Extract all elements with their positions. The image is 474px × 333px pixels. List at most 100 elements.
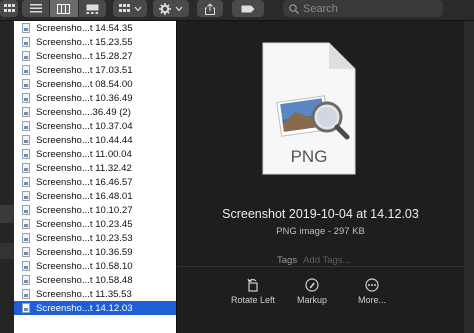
- png-file-icon: [22, 149, 30, 159]
- markup-label: Markup: [296, 295, 327, 305]
- png-file-icon: [22, 191, 30, 201]
- file-name-label: Screensho...t 16.46.57: [36, 176, 133, 188]
- file-name-label: Screensho...t 08.54.00: [36, 78, 133, 90]
- more-label: More...: [357, 295, 386, 305]
- file-list-item[interactable]: Screensho...t 16.46.57: [14, 175, 176, 189]
- file-list-item[interactable]: Screensho...t 14.54.35: [14, 21, 176, 35]
- sidebar-edge: [0, 21, 14, 333]
- column-view-button[interactable]: [50, 0, 79, 17]
- png-file-icon: [22, 219, 30, 229]
- tags-button[interactable]: [232, 0, 264, 17]
- png-file-icon: [22, 79, 30, 89]
- more-button[interactable]: More...: [342, 277, 402, 305]
- search-input[interactable]: [303, 2, 433, 15]
- rotate-left-button[interactable]: Rotate Left: [223, 277, 283, 305]
- png-file-icon: [22, 163, 30, 173]
- scrollbar[interactable]: [464, 21, 474, 333]
- png-file-icon: [22, 107, 30, 117]
- file-list-item[interactable]: Screensho...t 15.23.55: [14, 35, 176, 49]
- file-list: Screensho...t 14.54.35 Screensho...t 15.2…: [14, 21, 177, 333]
- png-file-icon: [22, 37, 30, 47]
- file-list-item[interactable]: Screensho...t 10.23.45: [14, 217, 176, 231]
- file-list-item[interactable]: Screensho...t 11.32.42: [14, 161, 176, 175]
- png-file-icon: [22, 205, 30, 215]
- file-list-item[interactable]: Screensho...t 10.37.04: [14, 119, 176, 133]
- file-list-item[interactable]: Screensho...t 16.48.01: [14, 189, 176, 203]
- divider: [177, 266, 464, 267]
- grid-icon: [3, 4, 15, 12]
- file-list-item[interactable]: Screensho...t 08.54.00: [14, 77, 176, 91]
- png-file-icon: [22, 65, 30, 75]
- file-list-item[interactable]: Screensho...t 10.36.49: [14, 91, 176, 105]
- preview-file-info: PNG image - 297 KB: [276, 226, 365, 237]
- tag-icon: [241, 5, 255, 12]
- sidebar-selection: [0, 205, 14, 223]
- list-view-button[interactable]: [22, 0, 51, 17]
- add-tags-input[interactable]: Add Tags...: [303, 255, 350, 266]
- tags-label: Tags: [277, 255, 298, 266]
- list-icon: [29, 4, 42, 13]
- file-name-label: Screensho...t 10.58.10: [36, 260, 133, 272]
- preview-pane: PNG Screenshot 2019-10-04 at 14.12.03 PN…: [177, 21, 474, 333]
- preview-filename: Screenshot 2019-10-04 at 14.12.03: [222, 207, 419, 221]
- file-name-label: Screensho...t 10.58.48: [36, 274, 133, 286]
- chevron-down-icon: [175, 6, 183, 11]
- action-button[interactable]: [153, 0, 189, 17]
- columns-icon: [57, 3, 71, 14]
- icon-view-button[interactable]: [0, 0, 18, 17]
- file-list-item[interactable]: Screensho...t 10.23.53: [14, 231, 176, 245]
- file-list-item[interactable]: Screensho...t 11.35.53: [14, 287, 176, 301]
- file-name-label: Screensho...t 10.44.44: [36, 134, 133, 146]
- file-name-label: Screensho...t 10.10.27: [36, 204, 133, 216]
- rotate-left-icon: [247, 278, 258, 292]
- file-name-label: Screensho....36.49 (2): [36, 106, 131, 118]
- png-file-icon: [22, 303, 30, 313]
- png-file-icon: [22, 121, 30, 131]
- search-field[interactable]: [283, 0, 443, 17]
- search-icon: [289, 3, 299, 14]
- group-by-button[interactable]: [113, 0, 147, 17]
- file-type-label: PNG: [290, 147, 328, 166]
- sidebar-block: [0, 243, 14, 259]
- file-name-label: Screensho...t 11.00.04: [36, 148, 132, 160]
- png-file-icon: [22, 261, 30, 271]
- png-file-icon: [22, 247, 30, 257]
- file-list-item[interactable]: Screensho...t 10.58.10: [14, 259, 176, 273]
- file-list-item[interactable]: Screensho...t 14.12.03: [14, 301, 176, 315]
- png-file-icon: [22, 93, 30, 103]
- tags-row: Tags Add Tags...: [277, 255, 350, 266]
- png-file-icon: [22, 275, 30, 285]
- rotate-left-label: Rotate Left: [230, 295, 276, 305]
- file-name-label: Screensho...t 17.03.51: [36, 64, 133, 76]
- file-list-item[interactable]: Screensho...t 10.44.44: [14, 133, 176, 147]
- file-name-label: Screensho...t 15.23.55: [36, 36, 133, 48]
- view-mode-group: [22, 0, 106, 17]
- file-list-item[interactable]: Screensho...t 10.58.48: [14, 273, 176, 287]
- png-file-icon: [22, 177, 30, 187]
- file-list-item[interactable]: Screensho...t 10.36.59: [14, 245, 176, 259]
- file-name-label: Screensho...t 10.37.04: [36, 120, 133, 132]
- file-name-label: Screensho...t 14.12.03: [36, 302, 133, 314]
- file-list-item[interactable]: Screensho...t 15.28.27: [14, 49, 176, 63]
- png-file-icon: [22, 289, 30, 299]
- png-file-icon: [22, 233, 30, 243]
- file-name-label: Screensho...t 16.48.01: [36, 190, 133, 202]
- file-list-item[interactable]: Screensho...t 11.00.04: [14, 147, 176, 161]
- file-list-item[interactable]: Screensho...t 10.10.27: [14, 203, 176, 217]
- png-file-icon: [22, 135, 30, 145]
- file-name-label: Screensho...t 11.32.42: [36, 162, 132, 174]
- share-icon: [205, 2, 215, 15]
- gallery-view-button[interactable]: [78, 0, 106, 17]
- file-list-item[interactable]: Screensho...t 17.03.51: [14, 63, 176, 77]
- more-icon: [365, 278, 379, 292]
- gear-icon: [159, 2, 171, 15]
- share-button[interactable]: [197, 0, 223, 17]
- toolbar: [0, 0, 474, 21]
- markup-button[interactable]: Markup: [282, 277, 342, 305]
- file-name-label: Screensho...t 15.28.27: [36, 50, 133, 62]
- file-name-label: Screensho...t 14.54.35: [36, 22, 133, 34]
- file-list-item[interactable]: Screensho....36.49 (2): [14, 105, 176, 119]
- file-name-label: Screensho...t 10.23.53: [36, 232, 133, 244]
- markup-icon: [305, 278, 319, 292]
- file-name-label: Screensho...t 10.23.45: [36, 218, 133, 230]
